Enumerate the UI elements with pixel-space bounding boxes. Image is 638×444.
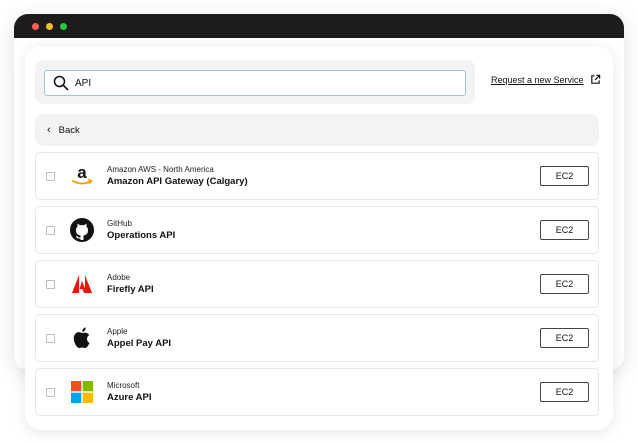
row-checkbox[interactable] <box>46 225 55 235</box>
search-icon <box>53 75 69 91</box>
service-provider: Amazon AWS - North America <box>107 165 214 174</box>
service-row[interactable]: Microsoft Azure API EC2 <box>35 368 599 416</box>
request-new-service-label: Request a new Service <box>491 74 584 85</box>
service-tag: EC2 <box>540 328 589 348</box>
github-logo-icon <box>68 216 96 244</box>
service-row[interactable]: Apple Appel Pay API EC2 <box>35 314 599 362</box>
service-name: Azure API <box>107 392 152 403</box>
minimize-window-button[interactable] <box>46 22 53 30</box>
row-checkbox[interactable] <box>46 387 55 397</box>
microsoft-logo-icon <box>68 378 96 406</box>
request-new-service-link[interactable]: Request a new Service <box>491 74 601 85</box>
row-checkbox[interactable] <box>46 171 55 181</box>
service-name: Firefly API <box>107 284 154 295</box>
row-checkbox[interactable] <box>46 279 55 289</box>
back-button[interactable]: ‹ Back <box>35 114 599 146</box>
search-container <box>35 60 475 104</box>
back-label: Back <box>58 124 80 136</box>
service-name: Operations API <box>107 230 176 241</box>
service-picker-panel: Request a new Service ‹ Back a Amazon AW… <box>25 46 613 430</box>
external-link-icon <box>590 74 600 84</box>
service-row[interactable]: Adobe Firefly API EC2 <box>35 260 599 308</box>
title-bar <box>14 14 624 38</box>
maximize-window-button[interactable] <box>60 22 67 30</box>
amazon-logo-icon: a <box>68 162 96 190</box>
adobe-logo-icon <box>68 270 96 298</box>
close-window-button[interactable] <box>32 22 39 30</box>
svg-text:a: a <box>77 163 87 182</box>
service-provider: Microsoft <box>107 381 140 390</box>
service-provider: Adobe <box>107 273 131 282</box>
apple-logo-icon <box>68 324 96 352</box>
row-checkbox[interactable] <box>46 333 55 343</box>
search-box[interactable] <box>44 70 466 96</box>
service-row[interactable]: GitHub Operations API EC2 <box>35 206 599 254</box>
service-row[interactable]: a Amazon AWS - North America Amazon API … <box>35 152 599 200</box>
chevron-left-icon: ‹ <box>47 124 51 136</box>
service-provider: Apple <box>107 327 128 336</box>
service-tag: EC2 <box>540 166 589 186</box>
service-provider: GitHub <box>107 219 132 228</box>
service-tag: EC2 <box>540 382 589 402</box>
search-input[interactable] <box>75 77 455 89</box>
service-name: Amazon API Gateway (Calgary) <box>107 176 248 187</box>
service-tag: EC2 <box>540 274 589 294</box>
service-tag: EC2 <box>540 220 589 240</box>
service-name: Appel Pay API <box>107 338 172 349</box>
